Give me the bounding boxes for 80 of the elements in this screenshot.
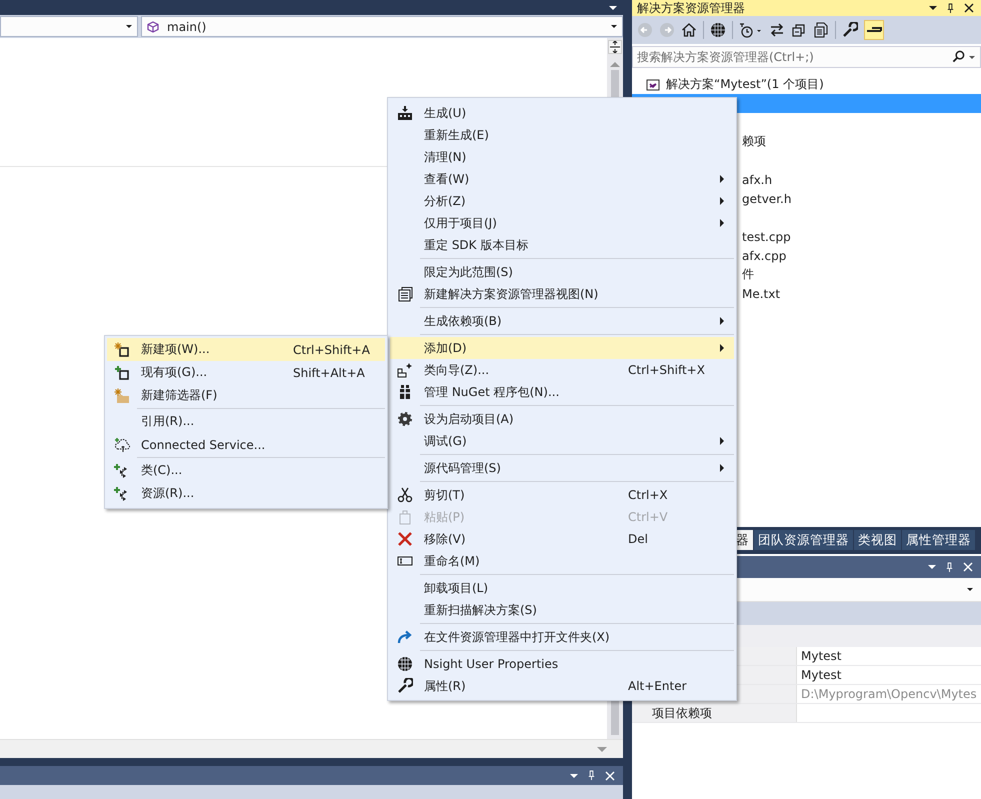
menu-item[interactable]: 卸载项目(L) [390,577,734,599]
shortcut-label: Ctrl+X [628,488,668,502]
gear-icon [397,411,413,427]
service-icon [114,436,130,452]
shortcut-label: Shift+Alt+A [293,366,365,380]
preview-button[interactable] [864,20,884,40]
collapse-icon[interactable] [791,22,807,38]
menu-item[interactable]: 重新生成(E) [390,124,734,146]
menu-item[interactable]: 重命名(M) [390,550,734,572]
menu-item[interactable]: 添加(D) [390,337,734,359]
menu-item[interactable]: 仅用于项目(J) [390,212,734,234]
panel-title-bar: 解决方案资源管理器 [632,0,981,16]
copy-icon[interactable] [813,22,829,38]
globe-icon [397,656,413,672]
menu-item[interactable]: 源代码管理(S) [390,457,734,479]
shortcut-label: Ctrl+V [628,510,668,524]
shortcut-label: Alt+Enter [628,679,687,693]
close-icon[interactable] [964,3,974,13]
horizontal-scrollbar[interactable] [0,739,623,758]
menu-item[interactable]: Nsight User Properties [390,653,734,675]
wizard-icon [397,362,413,378]
tree-item[interactable]: 解决方案“Mytest”(1 个项目) [632,75,981,94]
history-icon[interactable] [739,22,763,38]
folder-icon [114,388,130,404]
build-icon [397,105,413,121]
search-field[interactable]: 搜索解决方案资源管理器(Ctrl+;) [632,46,981,68]
menu-item[interactable]: 重新扫描解决方案(S) [390,599,734,621]
new-item-icon [114,342,130,358]
property-name: 项目依赖项 [632,704,797,722]
member-dropdown[interactable]: main() [141,16,623,37]
wrench-icon[interactable] [842,22,858,38]
panel-tab[interactable]: 属性管理器 [902,530,975,550]
panel-tab[interactable]: 团队资源管理器 [754,530,853,550]
menu-item[interactable]: 移除(V) Del [390,528,734,550]
menu-item[interactable]: 调试(G) [390,430,734,452]
menu-item[interactable]: 新建筛选器(F) [107,384,385,407]
property-value: D:\Myprogram\Opencv\Mytes [801,687,977,701]
property-value: Mytest [801,668,842,682]
menu-item[interactable]: 引用(R)... [107,410,385,433]
menu-item[interactable]: 重定 SDK 版本目标 [390,234,734,256]
dropdown-icon[interactable] [929,6,937,10]
menu-item[interactable]: 资源(R)... [107,482,385,505]
shortcut-label: Ctrl+Shift+A [293,342,370,356]
menu-item[interactable]: 剪切(T) Ctrl+X [390,484,734,506]
solution-icon [646,78,660,92]
wrench-icon [397,678,413,694]
menu-item[interactable]: 管理 NuGet 程序包(N)... [390,381,734,403]
globe-icon[interactable] [710,22,726,38]
window-icon [397,286,413,302]
pin-icon[interactable] [946,2,955,14]
home-icon[interactable] [681,22,697,38]
menu-item[interactable]: 分析(Z) [390,190,734,212]
split-icon[interactable] [608,40,622,54]
clipboard-icon [397,509,413,525]
menu-item[interactable]: 限定为此范围(S) [390,261,734,283]
panel-tab[interactable]: 类视图 [854,530,901,550]
menu-item[interactable]: 新建项(W)... Ctrl+Shift+A [107,338,385,361]
menu-item[interactable]: 在文件资源管理器中打开文件夹(X) [390,626,734,648]
close-icon [397,531,413,547]
menu-item[interactable]: 属性(R) Alt+Enter [390,675,734,697]
cube-icon [147,20,159,32]
arrow-icon [397,629,413,645]
property-value: Mytest [801,649,842,663]
scissors-icon [397,487,413,503]
sync-icon[interactable] [769,22,785,38]
add-item-icon [114,364,130,380]
shortcut-label: Del [628,532,648,546]
menu-item[interactable]: Connected Service... [107,433,385,456]
shortcut-label: Ctrl+Shift+X [628,363,705,377]
package-icon [397,384,413,400]
menu-item[interactable]: 类(C)... [107,459,385,482]
menu-item[interactable]: 清理(N) [390,146,734,168]
menu-item[interactable]: 生成(U) [390,102,734,124]
search-icon[interactable] [952,50,965,63]
menu-item[interactable]: 查看(W) [390,168,734,190]
menu-item[interactable]: 类向导(Z)... Ctrl+Shift+X [390,359,734,381]
menu-item[interactable]: 新建解决方案资源管理器视图(N) [390,283,734,305]
menu-item[interactable]: 现有项(G)... Shift+Alt+A [107,361,385,384]
menu-item[interactable]: 设为启动项目(A) [390,408,734,430]
menu-item[interactable]: 生成依赖项(B) [390,310,734,332]
